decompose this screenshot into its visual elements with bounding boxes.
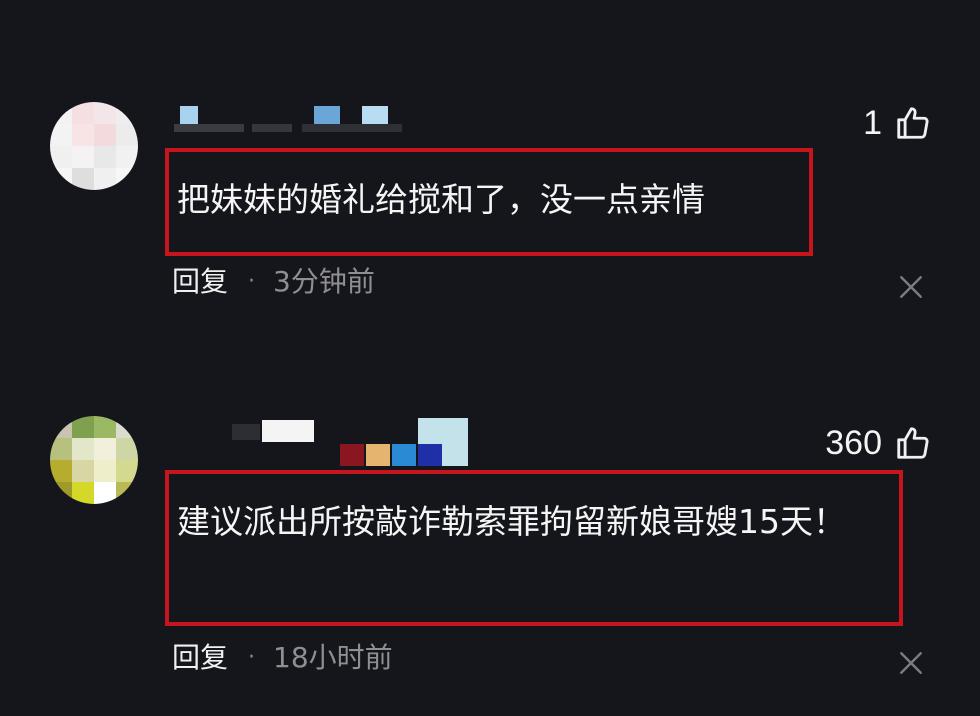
comment-text: 建议派出所按敲诈勒索罪拘留新娘哥嫂15天！: [177, 502, 846, 541]
separator-dot: ·: [248, 645, 256, 670]
comment-text: 把妹妹的婚礼给搅和了，没一点亲情: [177, 180, 705, 219]
avatar[interactable]: [50, 416, 138, 504]
timestamp: 3分钟前: [273, 265, 375, 298]
comment-item: 1 把妹妹的婚礼给搅和了，没一点亲情 回复 · 3分钟前: [0, 0, 980, 330]
highlight-box: 把妹妹的婚礼给搅和了，没一点亲情: [165, 148, 813, 256]
separator-dot: ·: [248, 269, 256, 294]
highlight-box: 建议派出所按敲诈勒索罪拘留新娘哥嫂15天！: [165, 470, 903, 626]
thumbs-up-icon[interactable]: [894, 424, 932, 462]
like-group[interactable]: 1: [863, 104, 932, 142]
reply-button[interactable]: 回复: [172, 268, 228, 296]
close-icon[interactable]: [898, 650, 924, 676]
thumbs-up-icon[interactable]: [894, 104, 932, 142]
timestamp: 18小时前: [273, 641, 393, 674]
like-group[interactable]: 360: [825, 424, 932, 462]
avatar[interactable]: [50, 102, 138, 190]
like-count: 360: [825, 424, 882, 462]
comment-meta: 回复 · 3分钟前: [172, 268, 375, 296]
username-pixelated[interactable]: [172, 416, 472, 466]
comment-item: 360 建议派出所按敲诈勒索罪拘留新娘哥嫂15天！ 回复 · 18小时前: [0, 390, 980, 716]
username-pixelated[interactable]: [172, 100, 402, 134]
close-icon[interactable]: [898, 274, 924, 300]
like-count: 1: [863, 104, 882, 142]
comment-meta: 回复 · 18小时前: [172, 644, 393, 672]
reply-button[interactable]: 回复: [172, 644, 228, 672]
